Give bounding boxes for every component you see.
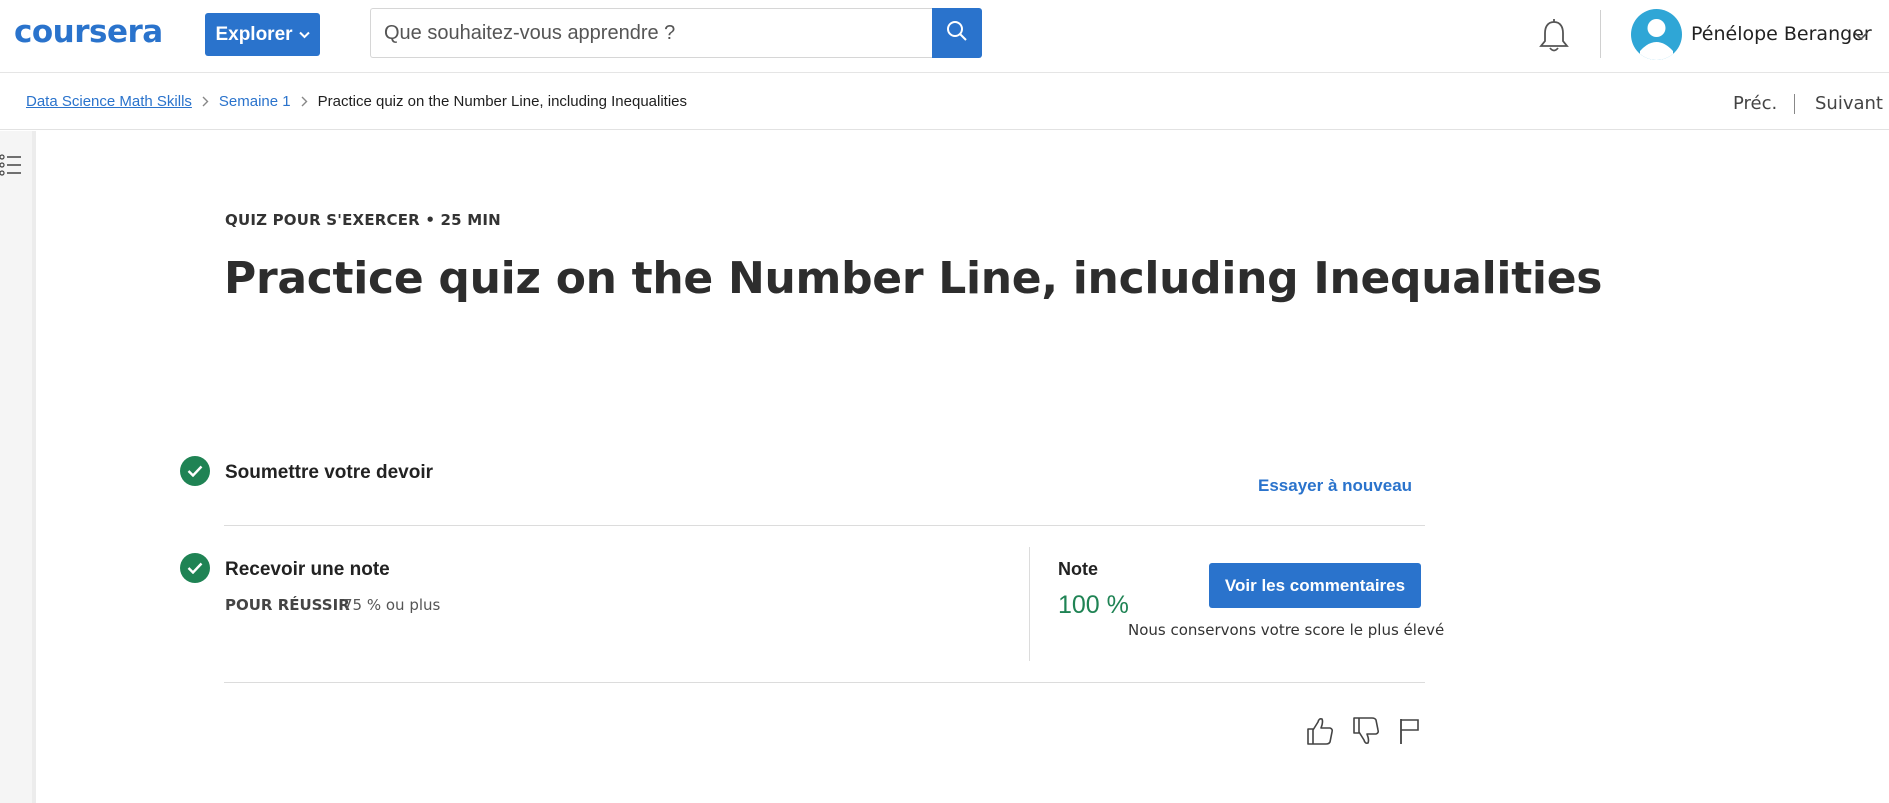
breadcrumb-bar: Data Science Math Skills Semaine 1 Pract…: [0, 74, 1889, 130]
breadcrumb-week-link[interactable]: Semaine 1: [219, 93, 291, 110]
user-avatar-icon[interactable]: [1631, 9, 1682, 60]
thumbs-up-icon[interactable]: [1306, 716, 1334, 746]
breadcrumb-course-link[interactable]: Data Science Math Skills: [26, 93, 192, 110]
thumbs-down-icon[interactable]: [1352, 716, 1380, 746]
pass-label: POUR RÉUSSIR: [225, 596, 350, 614]
chevron-down-icon: [298, 28, 310, 42]
grade-label: Note: [1058, 559, 1098, 579]
bell-icon[interactable]: [1537, 18, 1571, 54]
coursera-logo[interactable]: coursera: [14, 14, 163, 50]
grade-step-title: Recevoir une note: [225, 559, 390, 580]
search-box: [370, 8, 932, 58]
previous-button[interactable]: Préc.: [1733, 93, 1777, 114]
quiz-eyebrow: QUIZ POUR S'EXERCER • 25 MIN: [225, 211, 501, 229]
divider: [224, 682, 1425, 683]
page-title: Practice quiz on the Number Line, includ…: [224, 253, 1603, 304]
top-header: coursera Explorer Pénélope Beranger: [0, 0, 1889, 73]
check-icon: [180, 553, 210, 583]
search-button[interactable]: [932, 8, 982, 58]
retry-button[interactable]: Essayer à nouveau: [1258, 476, 1412, 496]
grade-divider: [1029, 547, 1030, 661]
chevron-right-icon: [301, 94, 308, 110]
explore-button[interactable]: Explorer: [205, 13, 320, 56]
course-outline-rail: [0, 131, 36, 803]
highest-score-note: Nous conservons votre score le plus élev…: [1128, 621, 1445, 639]
view-feedback-button[interactable]: Voir les commentaires: [1209, 563, 1421, 608]
header-divider: [1600, 10, 1601, 58]
breadcrumb-current: Practice quiz on the Number Line, includ…: [317, 93, 688, 110]
explore-button-label: Explorer: [215, 23, 293, 45]
flag-icon[interactable]: [1396, 716, 1424, 746]
check-icon: [180, 456, 210, 486]
submit-step-title: Soumettre votre devoir: [225, 462, 433, 483]
chevron-right-icon: [202, 94, 209, 110]
pass-threshold: 75 % ou plus: [343, 596, 441, 614]
next-button[interactable]: Suivant: [1815, 93, 1883, 114]
user-name[interactable]: Pénélope Beranger: [1691, 23, 1872, 45]
chevron-down-icon[interactable]: [1854, 28, 1868, 41]
search-input[interactable]: [371, 9, 932, 57]
course-outline-icon[interactable]: [0, 153, 22, 179]
nav-divider: [1794, 94, 1795, 114]
search-icon: [946, 20, 968, 47]
breadcrumb: Data Science Math Skills Semaine 1 Pract…: [26, 93, 687, 110]
divider: [224, 525, 1425, 526]
grade-value: 100 %: [1058, 591, 1129, 619]
